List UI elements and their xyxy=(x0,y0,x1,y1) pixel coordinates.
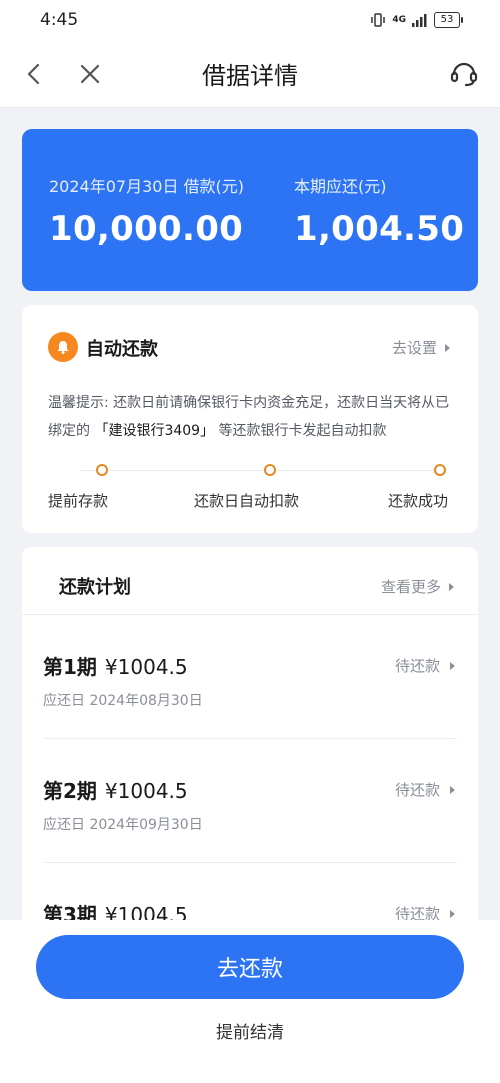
step-dot xyxy=(96,464,108,476)
arrow-right-icon xyxy=(450,785,455,794)
period-amount: ¥1004.5 xyxy=(104,779,188,803)
page-title: 借据详情 xyxy=(202,62,298,90)
period-title: 第1期 ¥1004.5 xyxy=(43,651,188,680)
status-time: 4:45 xyxy=(40,10,79,30)
due-label: 本期应还(元) xyxy=(294,177,387,196)
repay-plan-card: 还款计划 查看更多 第1期 ¥1004.5 待还款 应还日 2024年08月30日… xyxy=(22,547,478,947)
arrow-right-icon xyxy=(449,582,454,591)
setting-label: 去设置 xyxy=(391,339,437,357)
period-due-date: 应还日 2024年09月30日 xyxy=(43,817,203,833)
auto-repay-card: 自动还款 去设置 温馨提示: 还款日前请确保银行卡内资金充足，还款日当天将从已绑… xyxy=(22,305,478,533)
battery-icon: 53 xyxy=(434,12,463,28)
network-type: 4G xyxy=(392,15,406,25)
loan-amount-block: 2024年07月30日 借款(元) 10,000.00 xyxy=(49,173,244,249)
bell-icon xyxy=(48,332,78,362)
loan-amount: 10,000.00 xyxy=(49,209,244,249)
period-due-date: 应还日 2024年08月30日 xyxy=(43,693,203,709)
period-status: 待还款 xyxy=(395,655,455,676)
auto-repay-setting-link[interactable]: 去设置 xyxy=(392,337,450,358)
arrow-right-icon xyxy=(445,343,450,352)
period-label: 第2期 xyxy=(43,779,97,803)
repay-button[interactable]: 去还款 xyxy=(36,935,464,999)
view-more-link[interactable]: 查看更多 xyxy=(381,576,454,597)
repay-plan-row[interactable]: 第2期 ¥1004.5 待还款 应还日 2024年09月30日 xyxy=(43,739,457,863)
auto-repay-title: 自动还款 xyxy=(86,339,158,360)
auto-repay-steps: 提前存款 还款日自动扣款 还款成功 xyxy=(48,460,454,520)
loan-date-label: 2024年07月30日 借款(元) xyxy=(49,177,245,196)
step-label: 提前存款 xyxy=(48,492,109,510)
due-amount-block: 本期应还(元) 1,004.50 xyxy=(294,173,464,249)
step-dot xyxy=(264,464,276,476)
status-icons: 4G 53 xyxy=(370,12,463,28)
bound-bank: 「建设银行3409」 xyxy=(94,423,215,439)
view-more-label: 查看更多 xyxy=(380,578,441,596)
due-amount: 1,004.50 xyxy=(294,209,465,249)
loan-summary-card: 2024年07月30日 借款(元) 10,000.00 本期应还(元) 1,00… xyxy=(22,129,478,291)
arrow-right-icon xyxy=(450,661,455,670)
arrow-right-icon xyxy=(450,909,455,918)
status-label: 待还款 xyxy=(394,657,440,675)
period-amount: ¥1004.5 xyxy=(104,655,188,679)
period-label: 第1期 xyxy=(43,655,97,679)
status-bar: 4:45 4G 53 xyxy=(0,0,500,40)
bottom-action-area: 去还款 提前结清 xyxy=(0,920,500,1083)
auto-repay-tip: 温馨提示: 还款日前请确保银行卡内资金充足，还款日当天将从已绑定的 「建设银行3… xyxy=(48,389,458,445)
repay-plan-title: 还款计划 xyxy=(59,577,131,598)
period-title: 第2期 ¥1004.5 xyxy=(43,775,188,804)
step-dot xyxy=(434,464,446,476)
customer-service-icon[interactable] xyxy=(448,57,480,89)
step-label: 还款日自动扣款 xyxy=(194,492,300,510)
period-status: 待还款 xyxy=(395,779,455,800)
early-settle-link[interactable]: 提前结清 xyxy=(0,1018,500,1043)
nav-bar: 借据详情 xyxy=(0,40,500,108)
repay-plan-header: 还款计划 查看更多 xyxy=(22,547,478,615)
tip-suffix: 等还款银行卡发起自动扣款 xyxy=(218,423,387,439)
vibrate-icon xyxy=(371,13,386,27)
steps-line xyxy=(81,470,442,471)
signal-icon xyxy=(412,14,427,27)
status-label: 待还款 xyxy=(394,781,440,799)
step-label: 还款成功 xyxy=(388,492,449,510)
repay-plan-row[interactable]: 第1期 ¥1004.5 待还款 应还日 2024年08月30日 xyxy=(43,615,457,739)
